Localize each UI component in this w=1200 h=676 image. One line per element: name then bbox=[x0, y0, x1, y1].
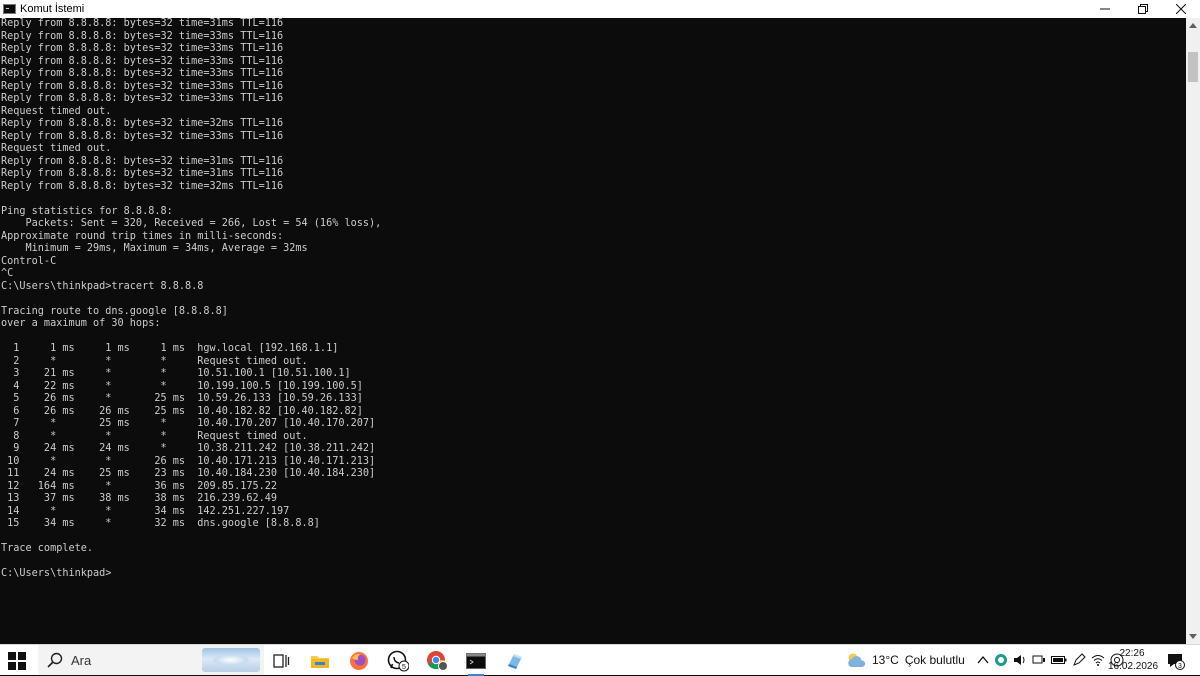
console-line: Reply from 8.8.8.8: bytes=32 time=32ms T… bbox=[1, 118, 284, 129]
console-line: Reply from 8.8.8.8: bytes=32 time=33ms T… bbox=[1, 43, 284, 54]
console-line: 9 24 ms 24 ms * 10.38.211.242 [10.38.211… bbox=[1, 443, 376, 454]
clock-time: 22:26 bbox=[1119, 648, 1145, 659]
console-line: Request timed out. bbox=[1, 105, 112, 117]
window-controls bbox=[1086, 0, 1200, 18]
security-tray-icon[interactable] bbox=[994, 653, 1008, 667]
console-line: Reply from 8.8.8.8: bytes=32 time=33ms T… bbox=[1, 55, 284, 67]
console-line: 13 37 ms 38 ms 38 ms 216.239.62.49 bbox=[1, 493, 278, 504]
console-line: Ping statistics for 8.8.8.8: bbox=[1, 205, 173, 217]
taskbar-clock[interactable]: 22:26 16.02.2026 bbox=[1108, 647, 1159, 673]
chrome-icon[interactable] bbox=[426, 650, 448, 672]
scroll-up-arrow-icon[interactable] bbox=[1189, 23, 1197, 28]
restore-icon bbox=[1138, 4, 1148, 14]
console-line: C:\Users\thinkpad> bbox=[1, 568, 112, 579]
console-line: 15 34 ms * 32 ms dns.google [8.8.8.8] bbox=[1, 518, 320, 529]
taskbar: Ara 5 13°C Çok bulutlu 22:26 16.02.2026 … bbox=[0, 644, 1200, 676]
title-bar[interactable]: Komut İstemi bbox=[0, 0, 1200, 18]
console-output: Reply from 8.8.8.8: bytes=32 time=31ms T… bbox=[0, 18, 1186, 581]
console-line: 1 1 ms 1 ms 1 ms hgw.local [192.168.1.1] bbox=[1, 343, 339, 354]
console-line: Tracing route to dns.google [8.8.8.8] bbox=[1, 305, 228, 317]
window-title: Komut İstemi bbox=[20, 3, 85, 15]
wifi-icon[interactable] bbox=[1091, 654, 1105, 666]
weather-temperature: 13°C bbox=[872, 653, 899, 667]
app-icon[interactable] bbox=[504, 650, 526, 672]
cloudy-weather-icon bbox=[848, 653, 866, 667]
console-line: 2 * * * Request timed out. bbox=[1, 355, 308, 367]
scroll-down-arrow-icon[interactable] bbox=[1189, 634, 1197, 639]
clock-date: 16.02.2026 bbox=[1108, 661, 1159, 672]
firefox-icon[interactable] bbox=[348, 650, 370, 672]
console-line: 11 24 ms 25 ms 23 ms 10.40.184.230 [10.4… bbox=[1, 468, 376, 479]
console-line: 10 * * 26 ms 10.40.171.213 [10.40.171.21… bbox=[1, 455, 376, 467]
vertical-scrollbar[interactable] bbox=[1186, 18, 1200, 644]
console-line: Request timed out. bbox=[1, 143, 112, 154]
file-explorer-icon[interactable] bbox=[309, 650, 331, 672]
console-line: 4 22 ms * * 10.199.100.5 [10.199.100.5] bbox=[1, 380, 363, 392]
console-line: C:\Users\thinkpad>tracert 8.8.8.8 bbox=[1, 280, 204, 292]
system-tray bbox=[977, 645, 1124, 675]
minimize-button[interactable] bbox=[1086, 0, 1124, 18]
console-line: 5 26 ms * 25 ms 10.59.26.133 [10.59.26.1… bbox=[1, 393, 363, 404]
notification-center-icon[interactable]: 3 bbox=[1167, 652, 1185, 670]
taskbar-search-box[interactable]: Ara bbox=[38, 645, 264, 675]
search-icon bbox=[47, 652, 63, 668]
console-line: 7 * 25 ms * 10.40.170.207 [10.40.170.207… bbox=[1, 418, 376, 429]
console-line: Reply from 8.8.8.8: bytes=32 time=33ms T… bbox=[1, 93, 284, 104]
weather-widget[interactable]: 13°C Çok bulutlu bbox=[845, 645, 965, 675]
search-highlight-image bbox=[202, 648, 260, 672]
command-prompt-icon bbox=[3, 4, 16, 14]
edit-pen-icon[interactable] bbox=[1072, 653, 1086, 667]
whatsapp-icon[interactable]: 5 bbox=[387, 650, 409, 672]
console-line: Approximate round trip times in milli-se… bbox=[1, 230, 284, 242]
console-line: Control-C bbox=[1, 255, 57, 267]
chevron-up-icon[interactable] bbox=[977, 655, 989, 665]
console-line: 12 164 ms * 36 ms 209.85.175.22 bbox=[1, 480, 278, 492]
console-line: Reply from 8.8.8.8: bytes=32 time=33ms T… bbox=[1, 68, 284, 79]
speaker-icon[interactable] bbox=[1013, 653, 1027, 667]
console-line: 3 21 ms * * 10.51.100.1 [10.51.100.1] bbox=[1, 368, 351, 379]
console-line: Trace complete. bbox=[1, 543, 94, 554]
console-line: Reply from 8.8.8.8: bytes=32 time=33ms T… bbox=[1, 80, 284, 92]
console-line: Minimum = 29ms, Maximum = 34ms, Average … bbox=[1, 243, 308, 254]
minimize-icon bbox=[1100, 8, 1110, 10]
weather-description: Çok bulutlu bbox=[904, 653, 965, 667]
console-line: Reply from 8.8.8.8: bytes=32 time=32ms T… bbox=[1, 180, 284, 192]
close-button[interactable] bbox=[1162, 0, 1200, 18]
console-line: over a maximum of 30 hops: bbox=[1, 318, 161, 329]
close-icon bbox=[1176, 4, 1186, 14]
task-view-icon[interactable] bbox=[270, 650, 292, 672]
console-line: ^C bbox=[1, 268, 14, 279]
console-area[interactable]: Reply from 8.8.8.8: bytes=32 time=31ms T… bbox=[0, 18, 1186, 644]
battery-icon[interactable] bbox=[1051, 654, 1067, 666]
whatsapp-badge: 5 bbox=[402, 664, 406, 671]
restore-button[interactable] bbox=[1124, 0, 1162, 18]
console-line: Packets: Sent = 320, Received = 266, Los… bbox=[1, 218, 382, 229]
console-line: 8 * * * Request timed out. bbox=[1, 430, 308, 442]
search-placeholder: Ara bbox=[71, 652, 92, 668]
console-line: Reply from 8.8.8.8: bytes=32 time=31ms T… bbox=[1, 18, 284, 29]
windows-start-icon[interactable] bbox=[8, 652, 26, 670]
display-icon[interactable] bbox=[1032, 653, 1046, 667]
notification-count: 3 bbox=[1178, 663, 1182, 670]
command-prompt-taskbar-icon[interactable] bbox=[465, 650, 487, 676]
console-line: Reply from 8.8.8.8: bytes=32 time=31ms T… bbox=[1, 168, 284, 179]
console-line: 14 * * 34 ms 142.251.227.197 bbox=[1, 505, 290, 517]
console-line: 6 26 ms 26 ms 25 ms 10.40.182.82 [10.40.… bbox=[1, 405, 363, 417]
console-line: Reply from 8.8.8.8: bytes=32 time=33ms T… bbox=[1, 130, 284, 142]
console-line: Reply from 8.8.8.8: bytes=32 time=31ms T… bbox=[1, 155, 284, 167]
scroll-thumb[interactable] bbox=[1188, 52, 1198, 82]
console-line: Reply from 8.8.8.8: bytes=32 time=33ms T… bbox=[1, 30, 284, 42]
